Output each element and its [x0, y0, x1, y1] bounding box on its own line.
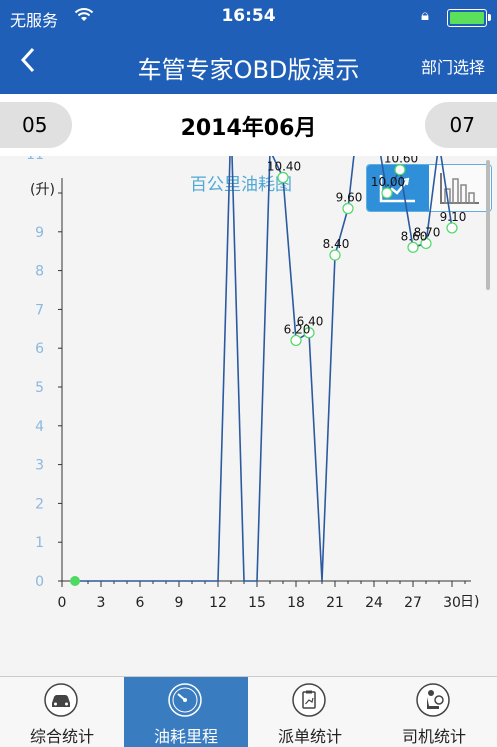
fuel-series-line	[75, 156, 453, 582]
battery-icon	[447, 9, 491, 27]
tab-label: 派单统计	[277, 727, 342, 746]
y-tick-label: 7	[35, 302, 44, 318]
tab-label: 油耗里程	[153, 727, 218, 746]
y-tick-label: 9	[35, 225, 44, 241]
tab-bar: 综合统计 油耗里程 派单统计 司机统计	[0, 676, 497, 747]
data-point	[277, 171, 289, 184]
data-point	[290, 334, 302, 347]
data-point	[446, 222, 458, 234]
data-label: 9.10	[440, 210, 467, 224]
tab-dispatch[interactable]: 派单统计	[248, 677, 372, 747]
current-month: 2014年06月	[180, 116, 317, 141]
y-tick-label: 4	[35, 419, 44, 435]
rotation-lock-icon: 🔒︎	[421, 6, 429, 24]
data-point	[329, 249, 341, 261]
nav-bar: 车管专家OBD版演示 部门选择	[0, 36, 497, 94]
x-tick-label: 0	[58, 595, 67, 611]
chart-series	[70, 156, 458, 586]
department-select-button[interactable]: 部门选择	[421, 54, 485, 78]
fuel-consumption-chart: (升) 日) 01234567891112036912151821242730 …	[26, 156, 479, 611]
tab-label: 综合统计	[29, 727, 94, 746]
x-tick-label: 24	[365, 595, 383, 611]
y-tick-label: 0	[35, 574, 44, 590]
data-label: 8.70	[414, 225, 441, 239]
x-tick-label: 9	[175, 595, 184, 611]
y-tick-label: 8	[35, 264, 44, 280]
tab-overview[interactable]: 综合统计	[0, 677, 124, 747]
x-tick-label: 30	[443, 595, 461, 611]
x-tick-label: 18	[287, 595, 305, 611]
data-point	[407, 241, 419, 253]
data-label: 9.60	[336, 191, 363, 205]
y-tick-label: 11	[26, 156, 44, 163]
y-tick-label: 2	[35, 496, 44, 512]
next-month-button[interactable]: 07	[425, 102, 497, 148]
speedometer-icon	[168, 683, 202, 717]
data-point	[381, 187, 393, 199]
data-label: 10.00	[371, 175, 405, 189]
x-axis-label: 日)	[460, 594, 479, 610]
data-label: 6.40	[297, 315, 324, 329]
y-axis-label: (升)	[30, 182, 55, 198]
chart-axes: 01234567891112036912151821242730	[26, 156, 471, 611]
data-label: 10.40	[267, 159, 301, 173]
data-label: 10.60	[384, 156, 418, 166]
tab-fuel-mileage[interactable]: 油耗里程	[124, 677, 248, 747]
data-point-start	[70, 576, 80, 586]
tab-driver[interactable]: 司机统计	[372, 677, 496, 747]
y-tick-label: 6	[35, 341, 44, 357]
x-tick-label: 27	[404, 595, 422, 611]
chart-area: 百公里油耗图 (升) 日) 01234567891112036912151821…	[0, 156, 497, 676]
driver-seat-icon	[416, 683, 450, 717]
x-tick-label: 15	[248, 595, 266, 611]
x-tick-label: 6	[136, 595, 145, 611]
tab-label: 司机统计	[401, 727, 466, 746]
y-tick-label: 1	[35, 535, 44, 551]
y-tick-label: 3	[35, 458, 44, 474]
data-label: 8.40	[323, 237, 350, 251]
clipboard-icon	[292, 683, 326, 717]
car-icon	[44, 683, 78, 717]
data-point	[342, 202, 354, 215]
x-tick-label: 12	[209, 595, 227, 611]
data-point	[394, 164, 406, 176]
x-tick-label: 3	[97, 595, 106, 611]
y-tick-label: 5	[35, 380, 44, 396]
x-tick-label: 21	[326, 595, 344, 611]
month-selector: 05 2014年06月 07	[0, 94, 497, 156]
status-bar: 无服务 16:54 🔒︎	[0, 0, 497, 36]
